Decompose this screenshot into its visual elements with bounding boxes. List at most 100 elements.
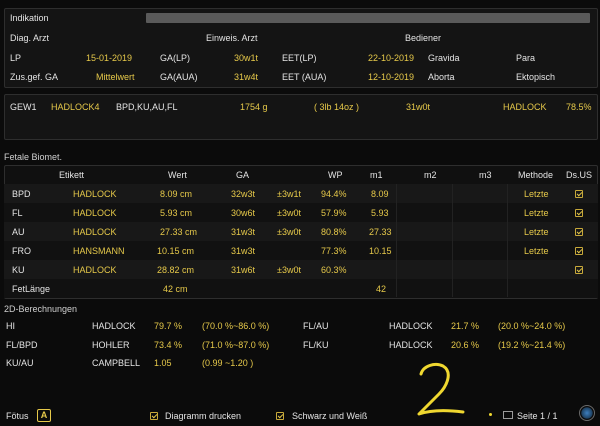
col-wp: WP (328, 170, 343, 180)
calc-value: 1.05 (154, 358, 172, 368)
table-row[interactable] (4, 279, 598, 298)
row-etikett[interactable]: HANSMANN (73, 246, 125, 256)
bediener-label: Bediener (405, 33, 442, 43)
fet-laenge-m1: 42 (376, 284, 387, 294)
ektopisch-label: Ektopisch (516, 72, 556, 82)
row-sd: ±3w0t (277, 265, 301, 275)
calc-range: (19.2 %~21.4 %) (498, 340, 566, 350)
indikation-field[interactable] (146, 13, 590, 23)
settings-icon[interactable] (579, 405, 595, 421)
row-etikett[interactable]: HADLOCK (73, 227, 117, 237)
calc-name: HI (6, 321, 15, 331)
fetus-selector[interactable]: A (37, 409, 51, 422)
gravida-label: Gravida (428, 53, 460, 63)
page-indicator: Seite 1 / 1 (517, 411, 558, 421)
fet-laenge-label: FetLänge (12, 284, 51, 294)
indikation-label: Indikation (10, 13, 49, 23)
row-wp: 57.9% (321, 208, 347, 218)
row-wp: 94.4% (321, 189, 347, 199)
column-divider (507, 184, 508, 297)
cursor-dot (489, 413, 492, 416)
row-methode[interactable]: Letzte (524, 189, 549, 199)
col-m2: m2 (424, 170, 437, 180)
column-divider (396, 184, 397, 297)
row-methode[interactable]: Letzte (524, 208, 549, 218)
calc-method[interactable]: HADLOCK (92, 321, 136, 331)
calc-range: (70.0 %~86.0 %) (202, 321, 270, 331)
row-methode[interactable]: Letzte (524, 246, 549, 256)
row-etikett[interactable]: HADLOCK (73, 265, 117, 275)
gew-pct: 78.5% (566, 102, 592, 112)
ga-aua-value: 31w4t (234, 72, 259, 82)
row-etikett[interactable]: HADLOCK (73, 189, 117, 199)
ds-us-checkbox[interactable] (575, 266, 583, 274)
row-name: BPD (12, 189, 31, 199)
col-ds-us: Ds.US (566, 170, 593, 180)
ds-us-checkbox[interactable] (575, 190, 583, 198)
calc-value: 21.7 % (451, 321, 480, 331)
page-icon (503, 411, 513, 419)
row-ga: 30w6t (231, 208, 256, 218)
calc-value: 73.4 % (154, 340, 183, 350)
weight-panel (4, 94, 598, 140)
row-m1: 5.93 (371, 208, 389, 218)
calc-range: (20.0 %~24.0 %) (498, 321, 566, 331)
calc-range: (71.0 %~87.0 %) (202, 340, 270, 350)
gew-ga: 31w0t (406, 102, 431, 112)
lp-value: 15-01-2019 (86, 53, 133, 63)
col-etikett: Etikett (59, 170, 85, 180)
ds-us-checkbox[interactable] (575, 228, 583, 236)
eet-lp-value: 22-10-2019 (368, 53, 415, 63)
calc-value: 20.6 % (451, 340, 480, 350)
calc2d-section-title: 2D-Berechnungen (4, 304, 78, 314)
ds-us-checkbox[interactable] (575, 247, 583, 255)
para-label: Para (516, 53, 536, 63)
calc-method[interactable]: HOHLER (92, 340, 130, 350)
lp-label: LP (10, 53, 22, 63)
col-wert: Wert (168, 170, 187, 180)
calc-method[interactable]: HADLOCK (389, 340, 433, 350)
diagramm-drucken-checkbox[interactable] (150, 412, 158, 420)
gew-method: HADLOCK4 (51, 102, 100, 112)
ds-us-checkbox[interactable] (575, 209, 583, 217)
calc-name: FL/KU (303, 340, 329, 350)
calc-name: FL/AU (303, 321, 329, 331)
row-wert: 5.93 cm (160, 208, 193, 218)
diagramm-drucken-label[interactable]: Diagramm drucken (165, 411, 241, 421)
gew-label: GEW1 (10, 102, 37, 112)
row-m1: 8.09 (371, 189, 389, 199)
calc-method[interactable]: CAMPBELL (92, 358, 140, 368)
gew-weight: 1754 g (240, 102, 268, 112)
zus-ga-value[interactable]: Mittelwert (96, 72, 135, 82)
row-sd: ±3w1t (277, 189, 301, 199)
row-wert: 10.15 cm (157, 246, 195, 256)
row-name: KU (12, 265, 25, 275)
row-m1: 27.33 (369, 227, 392, 237)
column-divider (452, 184, 453, 297)
row-sd: ±3w0t (277, 227, 301, 237)
row-wp: 80.8% (321, 227, 347, 237)
biomet-section-title: Fetale Biomet. (4, 152, 63, 162)
schwarz-weiss-checkbox[interactable] (276, 412, 284, 420)
gew-params: BPD,KU,AU,FL (116, 102, 178, 112)
gew-pct-method: HADLOCK (503, 102, 547, 112)
row-wp: 60.3% (321, 265, 347, 275)
calc-range: (0.99 ~1.20 ) (202, 358, 254, 368)
eet-lp-label: EET(LP) (282, 53, 317, 63)
diag-arzt-label: Diag. Arzt (10, 33, 50, 43)
ga-lp-label: GA(LP) (160, 53, 191, 63)
calc-name: FL/BPD (6, 340, 38, 350)
handwritten-two-icon (417, 362, 465, 416)
calc-method[interactable]: HADLOCK (389, 321, 433, 331)
row-methode[interactable]: Letzte (524, 227, 549, 237)
zus-ga-label: Zus.gef. GA (10, 72, 59, 82)
ga-aua-label: GA(AUA) (160, 72, 198, 82)
schwarz-weiss-label[interactable]: Schwarz und Weiß (292, 411, 367, 421)
fet-laenge-value: 42 cm (163, 284, 188, 294)
calc-value: 79.7 % (154, 321, 183, 331)
row-ga: 32w3t (231, 189, 256, 199)
eet-aua-label: EET (AUA) (282, 72, 327, 82)
row-wert: 8.09 cm (160, 189, 193, 199)
row-etikett[interactable]: HADLOCK (73, 208, 117, 218)
fetus-label: Fötus (6, 411, 29, 421)
